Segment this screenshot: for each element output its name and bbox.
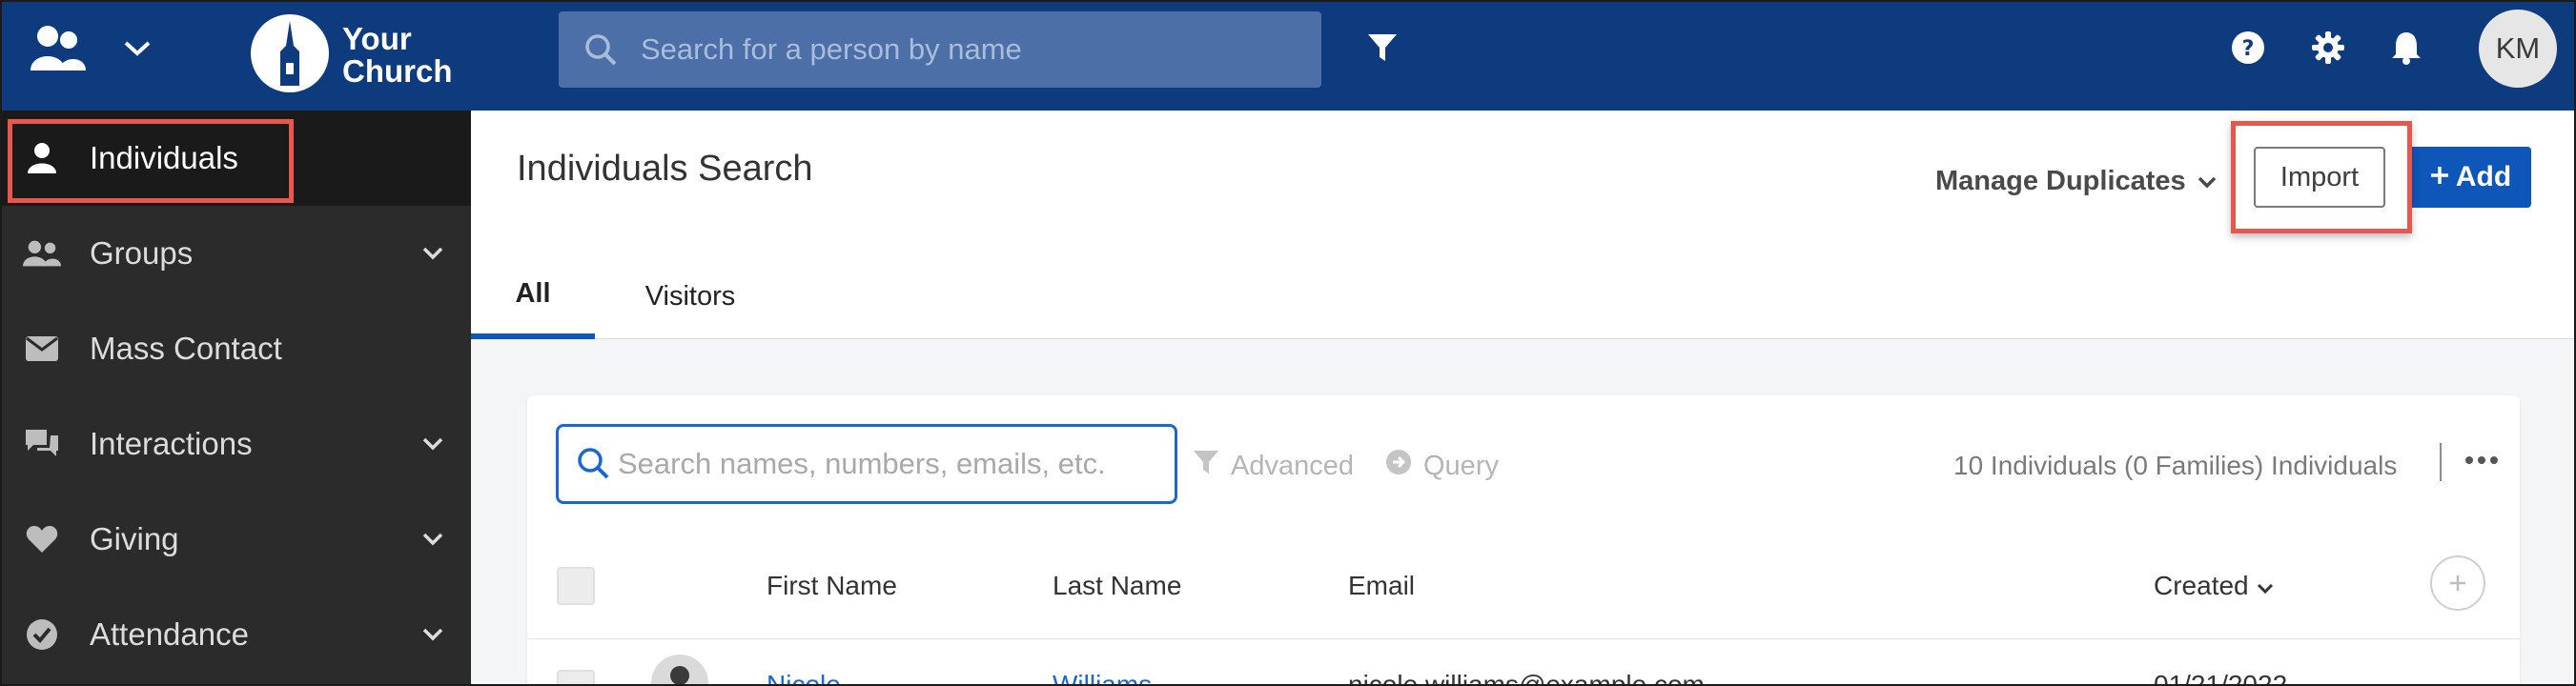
person-icon xyxy=(23,139,61,177)
sidebar-item-label: Attendance xyxy=(90,616,249,652)
manage-duplicates-dropdown[interactable]: Manage Duplicates xyxy=(1935,160,2217,202)
page-title: Individuals Search xyxy=(517,149,813,189)
person-search-bar[interactable] xyxy=(559,11,1321,88)
top-header: Your Church ? xyxy=(2,2,2574,111)
arrow-circle-icon xyxy=(1385,449,1412,483)
add-button[interactable]: Add xyxy=(2409,147,2531,208)
sidebar-item-label: Giving xyxy=(90,521,179,556)
individuals-search-input[interactable] xyxy=(618,427,1171,501)
column-header-created[interactable]: Created xyxy=(2154,571,2274,601)
tab-visitors[interactable]: Visitors xyxy=(624,253,757,339)
tab-label: All xyxy=(515,277,551,309)
chevron-down-icon[interactable] xyxy=(419,240,446,267)
search-icon xyxy=(576,446,610,485)
app-frame: Your Church ? xyxy=(0,0,2576,686)
row-separator xyxy=(527,638,2520,639)
query-label: Query xyxy=(1423,450,1499,481)
row-email: nicole.williams@example.com xyxy=(1348,670,1705,686)
sidebar-item-groups[interactable]: Groups xyxy=(2,206,471,301)
sidebar-item-label: Interactions xyxy=(90,426,253,461)
sidebar-item-giving[interactable]: Giving xyxy=(2,492,471,587)
divider xyxy=(2440,443,2442,481)
tab-label: Visitors xyxy=(644,280,736,312)
sidebar-item-attendance[interactable]: Attendance xyxy=(2,587,471,682)
heart-icon xyxy=(23,520,61,558)
select-all-checkbox[interactable] xyxy=(557,567,595,605)
tab-all[interactable]: All xyxy=(471,253,595,339)
row-checkbox[interactable] xyxy=(557,670,595,684)
chevron-down-icon[interactable] xyxy=(419,621,446,648)
column-header-first-name[interactable]: First Name xyxy=(767,571,897,601)
sidebar-item-individuals[interactable]: Individuals xyxy=(2,111,471,206)
filter-icon xyxy=(1193,449,1219,483)
filter-icon[interactable] xyxy=(1363,29,1401,67)
gear-icon[interactable] xyxy=(2309,29,2347,67)
main-header: Individuals Search Manage Duplicates Imp… xyxy=(471,111,2574,339)
people-icon xyxy=(23,234,61,272)
results-card: Advanced Query 10 Individuals (0 Familie… xyxy=(527,395,2520,686)
logo-line-2: Church xyxy=(342,53,453,89)
advanced-label: Advanced xyxy=(1231,450,1354,481)
logo-line-1: Your xyxy=(342,21,412,56)
more-options-icon[interactable] xyxy=(2463,451,2501,470)
sidebar-item-label: Mass Contact xyxy=(90,331,282,366)
people-icon[interactable] xyxy=(31,23,86,74)
search-icon xyxy=(582,30,620,69)
advanced-filter-link[interactable]: Advanced xyxy=(1193,449,1354,483)
column-header-email[interactable]: Email xyxy=(1348,571,1415,601)
plus-icon xyxy=(2429,161,2450,193)
chevron-down-icon xyxy=(2198,166,2217,197)
bell-icon[interactable] xyxy=(2387,29,2425,67)
sidebar-item-interactions[interactable]: Interactions xyxy=(2,396,471,492)
created-header-label: Created xyxy=(2154,571,2249,600)
add-button-label: Add xyxy=(2455,161,2512,192)
sidebar-item-mass-contact[interactable]: Mass Contact xyxy=(2,301,471,396)
chevron-down-icon[interactable] xyxy=(118,34,156,63)
help-icon[interactable]: ? xyxy=(2229,29,2267,67)
chevron-down-icon xyxy=(2257,571,2274,601)
chevron-down-icon[interactable] xyxy=(419,431,446,457)
row-created: 01/21/2022 xyxy=(2154,670,2288,686)
manage-duplicates-label: Manage Duplicates xyxy=(1935,165,2186,196)
add-column-button[interactable] xyxy=(2430,555,2485,611)
person-search-input[interactable] xyxy=(641,11,1308,88)
check-circle-icon xyxy=(23,615,61,654)
query-link[interactable]: Query xyxy=(1385,449,1499,483)
sidebar-item-label: Groups xyxy=(90,235,194,271)
individuals-search-box[interactable] xyxy=(556,424,1177,504)
person-avatar[interactable] xyxy=(651,655,708,684)
column-header-last-name[interactable]: Last Name xyxy=(1053,571,1181,601)
church-logo-text: Your Church xyxy=(342,23,453,88)
envelope-icon xyxy=(23,330,61,368)
svg-text:?: ? xyxy=(2242,37,2255,61)
user-avatar[interactable]: KM xyxy=(2479,10,2557,88)
row-first-name[interactable]: Nicole xyxy=(767,670,841,684)
chevron-down-icon[interactable] xyxy=(419,526,446,553)
results-count: 10 Individuals (0 Families) Individuals xyxy=(1953,451,2398,480)
sidebar: Individuals Groups Mass Contact Interact… xyxy=(2,111,471,684)
import-button[interactable]: Import xyxy=(2254,147,2385,208)
row-last-name[interactable]: Williams xyxy=(1053,670,1152,684)
church-logo-icon[interactable] xyxy=(250,13,330,93)
sidebar-item-label: Individuals xyxy=(90,140,238,175)
chat-icon xyxy=(23,425,61,463)
